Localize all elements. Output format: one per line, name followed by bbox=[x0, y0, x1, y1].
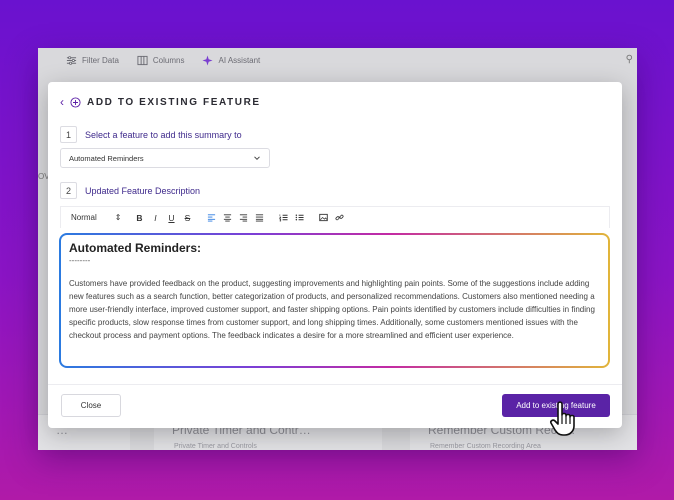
feature-select[interactable]: Automated Reminders bbox=[60, 148, 270, 168]
sparkle-icon bbox=[202, 54, 214, 66]
filter-icon bbox=[66, 55, 77, 65]
add-to-feature-modal: ‹ ADD TO EXISTING FEATURE 1 Select a fea… bbox=[48, 82, 622, 428]
align-right-icon[interactable] bbox=[237, 211, 249, 225]
editor-rule: -------- bbox=[69, 256, 91, 265]
columns-button[interactable]: Columns bbox=[137, 55, 185, 66]
filter-data-label: Filter Data bbox=[82, 55, 119, 65]
columns-label: Columns bbox=[152, 55, 185, 65]
modal-footer: Close Add to existing feature bbox=[48, 384, 622, 428]
step-number: 1 bbox=[60, 126, 77, 143]
align-center-icon[interactable] bbox=[221, 211, 233, 225]
feature-select-value: Automated Reminders bbox=[69, 153, 144, 163]
plus-circle-icon bbox=[70, 96, 81, 108]
format-select[interactable]: Normal ⇕ bbox=[71, 213, 121, 222]
align-justify-icon[interactable] bbox=[253, 211, 265, 225]
modal-title: ADD TO EXISTING FEATURE bbox=[87, 96, 261, 108]
description-editor[interactable]: Automated Reminders: -------- Customers … bbox=[61, 235, 608, 366]
ai-assistant-label: AI Assistant bbox=[218, 55, 261, 65]
editor-body: Customers have provided feedback on the … bbox=[69, 279, 595, 340]
strikethrough-button[interactable]: S bbox=[181, 211, 193, 225]
search-icon[interactable]: ⚲ bbox=[626, 54, 633, 65]
format-select-value: Normal bbox=[71, 213, 97, 222]
bg-card-subtitle: Remember Custom Recording Area bbox=[430, 443, 541, 450]
columns-icon bbox=[137, 55, 148, 65]
bold-button[interactable]: B bbox=[133, 211, 145, 225]
filter-data-button[interactable]: Filter Data bbox=[66, 55, 119, 66]
underline-button[interactable]: U bbox=[165, 211, 177, 225]
step-label: Select a feature to add this summary to bbox=[85, 129, 242, 140]
link-icon[interactable] bbox=[333, 211, 345, 225]
ai-assistant-button[interactable]: AI Assistant bbox=[202, 54, 261, 66]
image-icon[interactable] bbox=[317, 211, 329, 225]
italic-button[interactable]: I bbox=[149, 211, 161, 225]
chevron-down-icon bbox=[254, 156, 260, 161]
ordered-list-icon[interactable] bbox=[277, 211, 289, 225]
bullet-list-icon[interactable] bbox=[293, 211, 305, 225]
modal-header: ‹ ADD TO EXISTING FEATURE bbox=[60, 96, 261, 108]
step-number: 2 bbox=[60, 182, 77, 199]
editor-heading: Automated Reminders: bbox=[69, 241, 202, 255]
updown-icon: ⇕ bbox=[114, 213, 122, 222]
step-1: 1 Select a feature to add this summary t… bbox=[60, 126, 242, 143]
hand-pointer-icon bbox=[550, 401, 575, 436]
bg-card-subtitle: Private Timer and Controls bbox=[174, 443, 257, 450]
editor-toolbar: Normal ⇕ B I U S bbox=[60, 206, 610, 228]
back-chevron-icon[interactable]: ‹ bbox=[60, 96, 64, 108]
step-label: Updated Feature Description bbox=[85, 185, 201, 196]
description-editor-frame: Automated Reminders: -------- Customers … bbox=[59, 233, 610, 368]
step-2: 2 Updated Feature Description bbox=[60, 182, 200, 199]
close-button[interactable]: Close bbox=[61, 394, 121, 417]
app-toolbar: Filter Data Columns AI Assistant bbox=[38, 48, 637, 72]
align-left-icon[interactable] bbox=[205, 211, 217, 225]
